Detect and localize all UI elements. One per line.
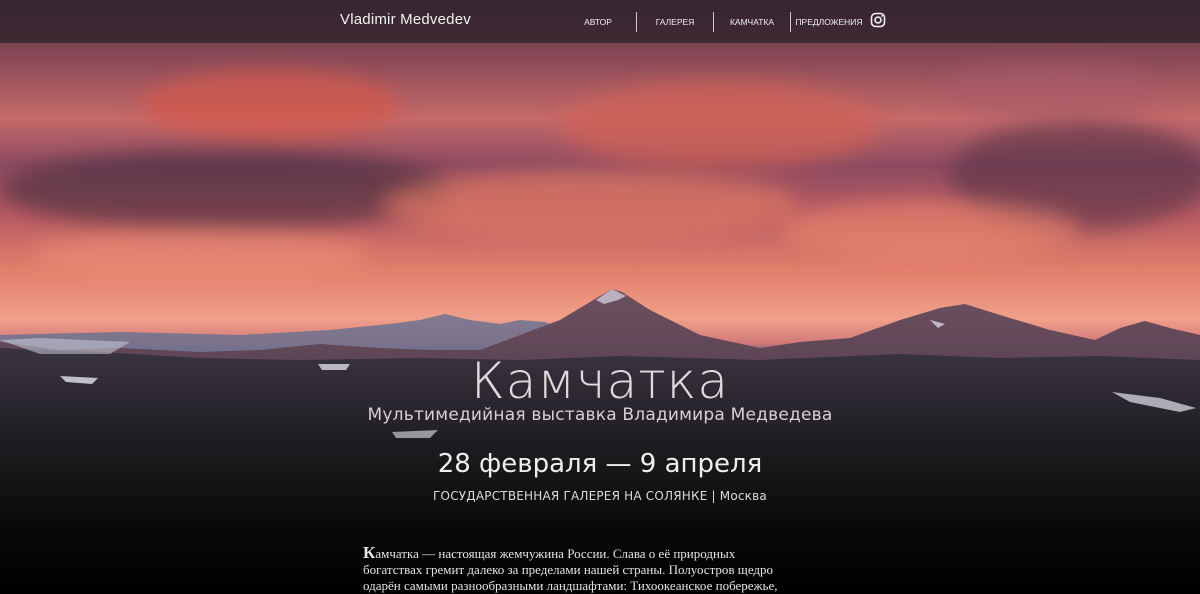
- instagram-icon[interactable]: [870, 12, 886, 28]
- intro-paragraph: Камчатка — настоящая жемчужина России. С…: [363, 543, 843, 594]
- nav-item-offers[interactable]: ПРЕДЛОЖЕНИЯ: [791, 17, 867, 27]
- exhibition-dates: 28 февраля — 9 апреля: [437, 449, 763, 479]
- exhibition-title: Камчатка: [471, 352, 729, 410]
- site-brand[interactable]: Vladimir Medvedev: [340, 11, 471, 28]
- drop-cap: К: [363, 543, 376, 562]
- exhibition-venue: ГОСУДАРСТВЕННАЯ ГАЛЕРЕЯ НА СОЛЯНКЕ | Мос…: [433, 489, 767, 503]
- cloud: [0, 150, 450, 230]
- cloud: [140, 70, 400, 140]
- cloud: [560, 80, 880, 170]
- cloud: [380, 170, 800, 240]
- cloud: [780, 200, 1080, 260]
- exhibition-subtitle: Мультимедийная выставка Владимира Медвед…: [367, 405, 833, 425]
- nav-item-gallery[interactable]: ГАЛЕРЕЯ: [637, 17, 713, 27]
- cloud: [940, 60, 1160, 120]
- nav-item-author[interactable]: АВТОР: [560, 17, 636, 27]
- nav-item-kamchatka[interactable]: КАМЧАТКА: [714, 17, 790, 27]
- intro-line: богатствах гремит далеко за пределами на…: [363, 562, 774, 577]
- top-navigation-bar: Vladimir Medvedev АВТОР ГАЛЕРЕЯ КАМЧАТКА…: [0, 0, 1200, 43]
- main-nav: АВТОР ГАЛЕРЕЯ КАМЧАТКА ПРЕДЛОЖЕНИЯ: [560, 11, 867, 33]
- intro-line: амчатка — настоящая жемчужина России. Сл…: [375, 546, 736, 561]
- cloud: [30, 230, 370, 280]
